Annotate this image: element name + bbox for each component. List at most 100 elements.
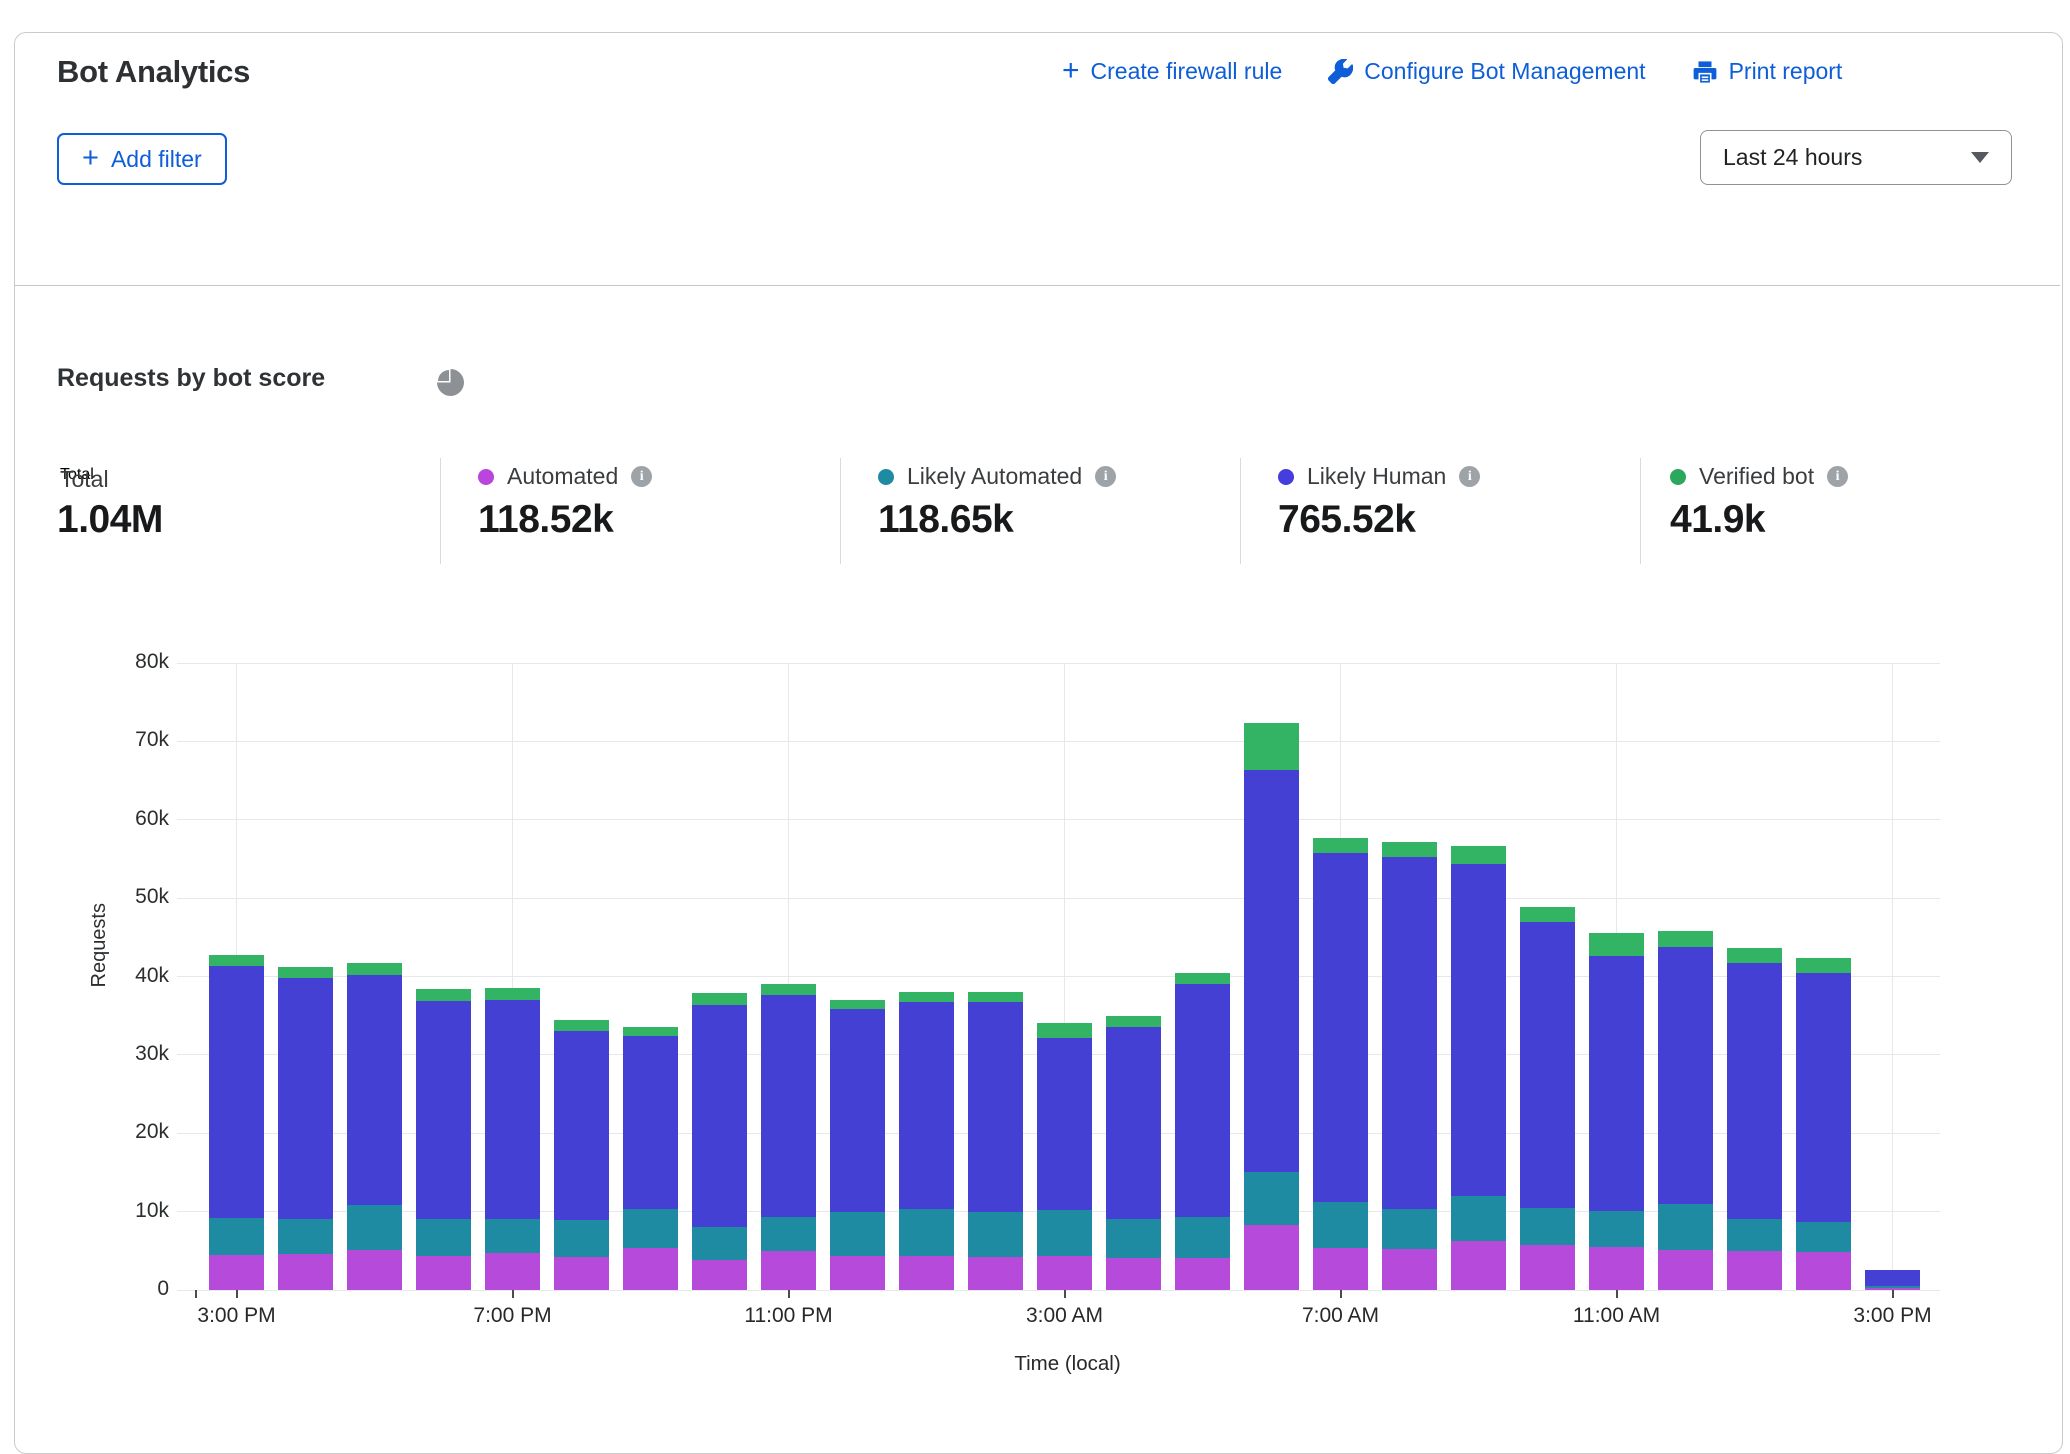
y-tick-label: 70k xyxy=(83,728,169,752)
y-tick-label: 80k xyxy=(83,650,169,674)
stacked-bar-300pm[interactable] xyxy=(1865,1270,1920,1290)
stacked-bar-1200am[interactable] xyxy=(830,1000,885,1290)
stacked-bar-200am[interactable] xyxy=(968,992,1023,1290)
automated-value: 118.52k xyxy=(478,498,613,542)
stacked-bar-1000am[interactable] xyxy=(1520,907,1575,1290)
likely_human-segment xyxy=(1451,864,1506,1196)
stacked-bar-700am[interactable] xyxy=(1313,838,1368,1290)
x-tick-label: 7:00 PM xyxy=(403,1304,623,1328)
x-axis-title: Time (local) xyxy=(195,1352,1940,1376)
stacked-bar-1100am[interactable] xyxy=(1589,933,1644,1290)
verified-segment xyxy=(1451,846,1506,863)
y-tick-label: 10k xyxy=(83,1199,169,1223)
legend-item-likely-human: Likely Human i xyxy=(1278,463,1480,490)
legend-item-automated: Automated i xyxy=(478,463,652,490)
stacked-bar-300pm[interactable] xyxy=(209,955,264,1290)
likely_automated-segment xyxy=(1244,1172,1299,1225)
stacked-bar-800pm[interactable] xyxy=(554,1020,609,1290)
y-tick-label: 60k xyxy=(83,807,169,831)
likely_human-segment xyxy=(1865,1270,1920,1286)
likely_automated-segment xyxy=(1727,1219,1782,1251)
time-range-select[interactable]: Last 24 hours xyxy=(1700,130,2012,185)
likely_automated-segment xyxy=(1037,1210,1092,1255)
stacked-bar-400pm[interactable] xyxy=(278,967,333,1290)
configure-bot-management-link[interactable]: Configure Bot Management xyxy=(1328,58,1645,85)
time-range-value: Last 24 hours xyxy=(1723,144,1862,171)
stacked-bar-900am[interactable] xyxy=(1451,846,1506,1290)
stacked-bar-100am[interactable] xyxy=(899,992,954,1290)
automated-segment xyxy=(1520,1245,1575,1290)
print-report-link[interactable]: Print report xyxy=(1692,58,1843,85)
header-divider xyxy=(15,285,2060,286)
wrench-icon xyxy=(1328,59,1353,84)
likely_automated-segment xyxy=(692,1227,747,1260)
likely_human-segment xyxy=(1589,956,1644,1211)
stacked-bar-500am[interactable] xyxy=(1175,973,1230,1290)
stacked-bar-1100pm[interactable] xyxy=(761,984,816,1290)
stat-divider xyxy=(440,458,441,564)
info-icon[interactable]: i xyxy=(1459,466,1480,487)
stacked-bar-200pm[interactable] xyxy=(1796,958,1851,1290)
automated-segment xyxy=(761,1251,816,1290)
automated-segment xyxy=(623,1248,678,1290)
chart-plot-area xyxy=(195,663,1940,1290)
create-firewall-rule-link[interactable]: + Create firewall rule xyxy=(1062,58,1282,85)
stacked-bar-400am[interactable] xyxy=(1106,1016,1161,1290)
automated-segment xyxy=(485,1253,540,1290)
likely_automated-segment xyxy=(416,1219,471,1256)
stacked-bar-1000pm[interactable] xyxy=(692,993,747,1290)
automated-segment xyxy=(968,1257,1023,1290)
print-report-label: Print report xyxy=(1729,58,1843,85)
x-tickmark xyxy=(1616,1290,1618,1298)
verified-segment xyxy=(692,993,747,1005)
likely_human-segment xyxy=(968,1002,1023,1212)
section-title: Requests by bot score xyxy=(57,364,325,393)
x-tick-label: 3:00 PM xyxy=(127,1304,347,1328)
stacked-bar-800am[interactable] xyxy=(1382,842,1437,1290)
verified-segment xyxy=(968,992,1023,1001)
likely_human-segment xyxy=(692,1005,747,1228)
stacked-bar-900pm[interactable] xyxy=(623,1027,678,1290)
chevron-down-icon xyxy=(1971,152,1989,163)
info-icon[interactable]: i xyxy=(1095,466,1116,487)
likely-human-label: Likely Human xyxy=(1307,463,1446,490)
verified-segment xyxy=(347,963,402,975)
stacked-bar-500pm[interactable] xyxy=(347,963,402,1290)
automated-segment xyxy=(692,1260,747,1290)
verified-segment xyxy=(1382,842,1437,857)
stacked-bar-100pm[interactable] xyxy=(1727,948,1782,1290)
info-icon[interactable]: i xyxy=(631,466,652,487)
likely-human-value: 765.52k xyxy=(1278,498,1415,542)
automated-segment xyxy=(347,1250,402,1290)
likely_human-segment xyxy=(347,975,402,1205)
stacked-bar-300am[interactable] xyxy=(1037,1023,1092,1290)
configure-bot-management-label: Configure Bot Management xyxy=(1364,58,1645,85)
total-label: Total xyxy=(60,466,109,493)
add-filter-button[interactable]: + Add filter xyxy=(57,133,227,185)
verified-segment xyxy=(1313,838,1368,853)
verified-bot-label: Verified bot xyxy=(1699,463,1814,490)
create-firewall-rule-label: Create firewall rule xyxy=(1091,58,1283,85)
stacked-bar-700pm[interactable] xyxy=(485,988,540,1290)
likely_automated-segment xyxy=(1796,1222,1851,1253)
likely_human-segment xyxy=(278,978,333,1219)
info-icon[interactable]: i xyxy=(1827,466,1848,487)
x-tickmark xyxy=(1064,1290,1066,1298)
likely_automated-segment xyxy=(554,1220,609,1257)
verified-segment xyxy=(416,989,471,1001)
stacked-bar-600pm[interactable] xyxy=(416,989,471,1290)
stacked-bar-600am[interactable] xyxy=(1244,723,1299,1290)
automated-dot-icon xyxy=(478,469,494,485)
likely_automated-segment xyxy=(485,1219,540,1253)
automated-segment xyxy=(1658,1250,1713,1290)
likely_automated-segment xyxy=(1520,1208,1575,1246)
likely_human-segment xyxy=(1175,984,1230,1217)
verified-segment xyxy=(209,955,264,966)
stacked-bar-1200pm[interactable] xyxy=(1658,931,1713,1290)
verified-segment xyxy=(830,1000,885,1009)
automated-segment xyxy=(1244,1225,1299,1290)
likely_human-segment xyxy=(1106,1027,1161,1218)
pie-chart-icon xyxy=(437,369,464,396)
verified-segment xyxy=(623,1027,678,1036)
automated-segment xyxy=(1313,1248,1368,1290)
